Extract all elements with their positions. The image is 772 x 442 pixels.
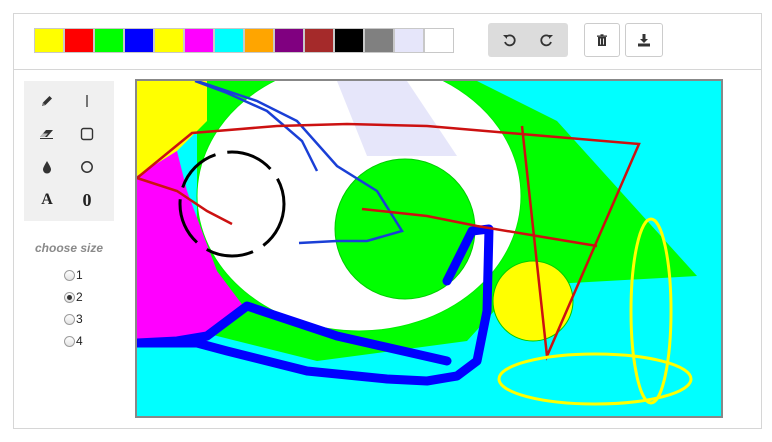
color-swatch-gray[interactable] — [364, 28, 394, 53]
size-label-3: 3 — [76, 312, 83, 326]
clear-button[interactable] — [584, 23, 620, 57]
paint-app: A 0 choose size 1 2 3 4 — [13, 13, 762, 429]
tool-text-label: A — [41, 191, 53, 208]
color-swatch-purple[interactable] — [274, 28, 304, 53]
size-option-1[interactable]: 1 — [64, 265, 83, 285]
tool-ellipse[interactable]: 0 — [67, 185, 107, 215]
color-swatch-magenta[interactable] — [184, 28, 214, 53]
size-option-4[interactable]: 4 — [64, 331, 83, 351]
pencil-icon — [42, 96, 52, 106]
color-swatch-black[interactable] — [334, 28, 364, 53]
size-label-4: 4 — [76, 334, 83, 348]
color-swatch-cyan[interactable] — [214, 28, 244, 53]
drop-icon — [43, 161, 51, 174]
tool-fill[interactable] — [27, 152, 67, 182]
size-radio-2[interactable] — [64, 291, 75, 303]
redo-icon — [540, 34, 553, 47]
trash-icon — [597, 34, 607, 46]
tool-text[interactable]: A — [27, 185, 67, 215]
tool-circle[interactable] — [67, 152, 107, 182]
size-label-1: 1 — [76, 268, 83, 282]
tool-rectangle[interactable] — [67, 119, 107, 149]
line-icon — [86, 95, 88, 107]
color-swatch-green[interactable] — [94, 28, 124, 53]
color-swatch-blue[interactable] — [124, 28, 154, 53]
tool-eraser[interactable] — [27, 119, 67, 149]
size-panel: choose size 1 2 3 4 — [24, 241, 114, 348]
toolbar — [14, 14, 761, 70]
color-swatch-lavender[interactable] — [394, 28, 424, 53]
canvas-drawing[interactable] — [137, 81, 721, 416]
size-title: choose size — [34, 241, 104, 255]
color-swatch-yellow[interactable] — [34, 28, 64, 53]
color-swatch-white[interactable] — [424, 28, 454, 53]
tool-pencil[interactable] — [27, 86, 67, 116]
tool-line[interactable] — [67, 86, 107, 116]
size-radio-4[interactable] — [64, 335, 75, 347]
size-label-2: 2 — [76, 290, 83, 304]
size-radio-3[interactable] — [64, 313, 75, 325]
download-icon — [638, 34, 650, 47]
redo-button[interactable] — [528, 23, 566, 57]
eraser-icon — [40, 130, 53, 139]
history-buttons — [488, 23, 568, 57]
undo-button[interactable] — [490, 23, 528, 57]
tool-panel: A 0 — [24, 81, 114, 221]
color-swatch-brown[interactable] — [304, 28, 334, 53]
download-button[interactable] — [625, 23, 663, 57]
undo-icon — [503, 34, 516, 47]
color-palette — [34, 28, 454, 53]
color-swatch-red[interactable] — [64, 28, 94, 53]
size-option-2[interactable]: 2 — [64, 287, 83, 307]
tool-ellipse-label: 0 — [82, 189, 92, 210]
color-swatch-orange[interactable] — [244, 28, 274, 53]
size-radio-1[interactable] — [64, 269, 75, 281]
color-swatch-yellow-2[interactable] — [154, 28, 184, 53]
rectangle-icon — [80, 127, 94, 141]
circle-icon — [81, 161, 93, 173]
size-option-3[interactable]: 3 — [64, 309, 83, 329]
drawing-canvas[interactable] — [135, 79, 723, 418]
